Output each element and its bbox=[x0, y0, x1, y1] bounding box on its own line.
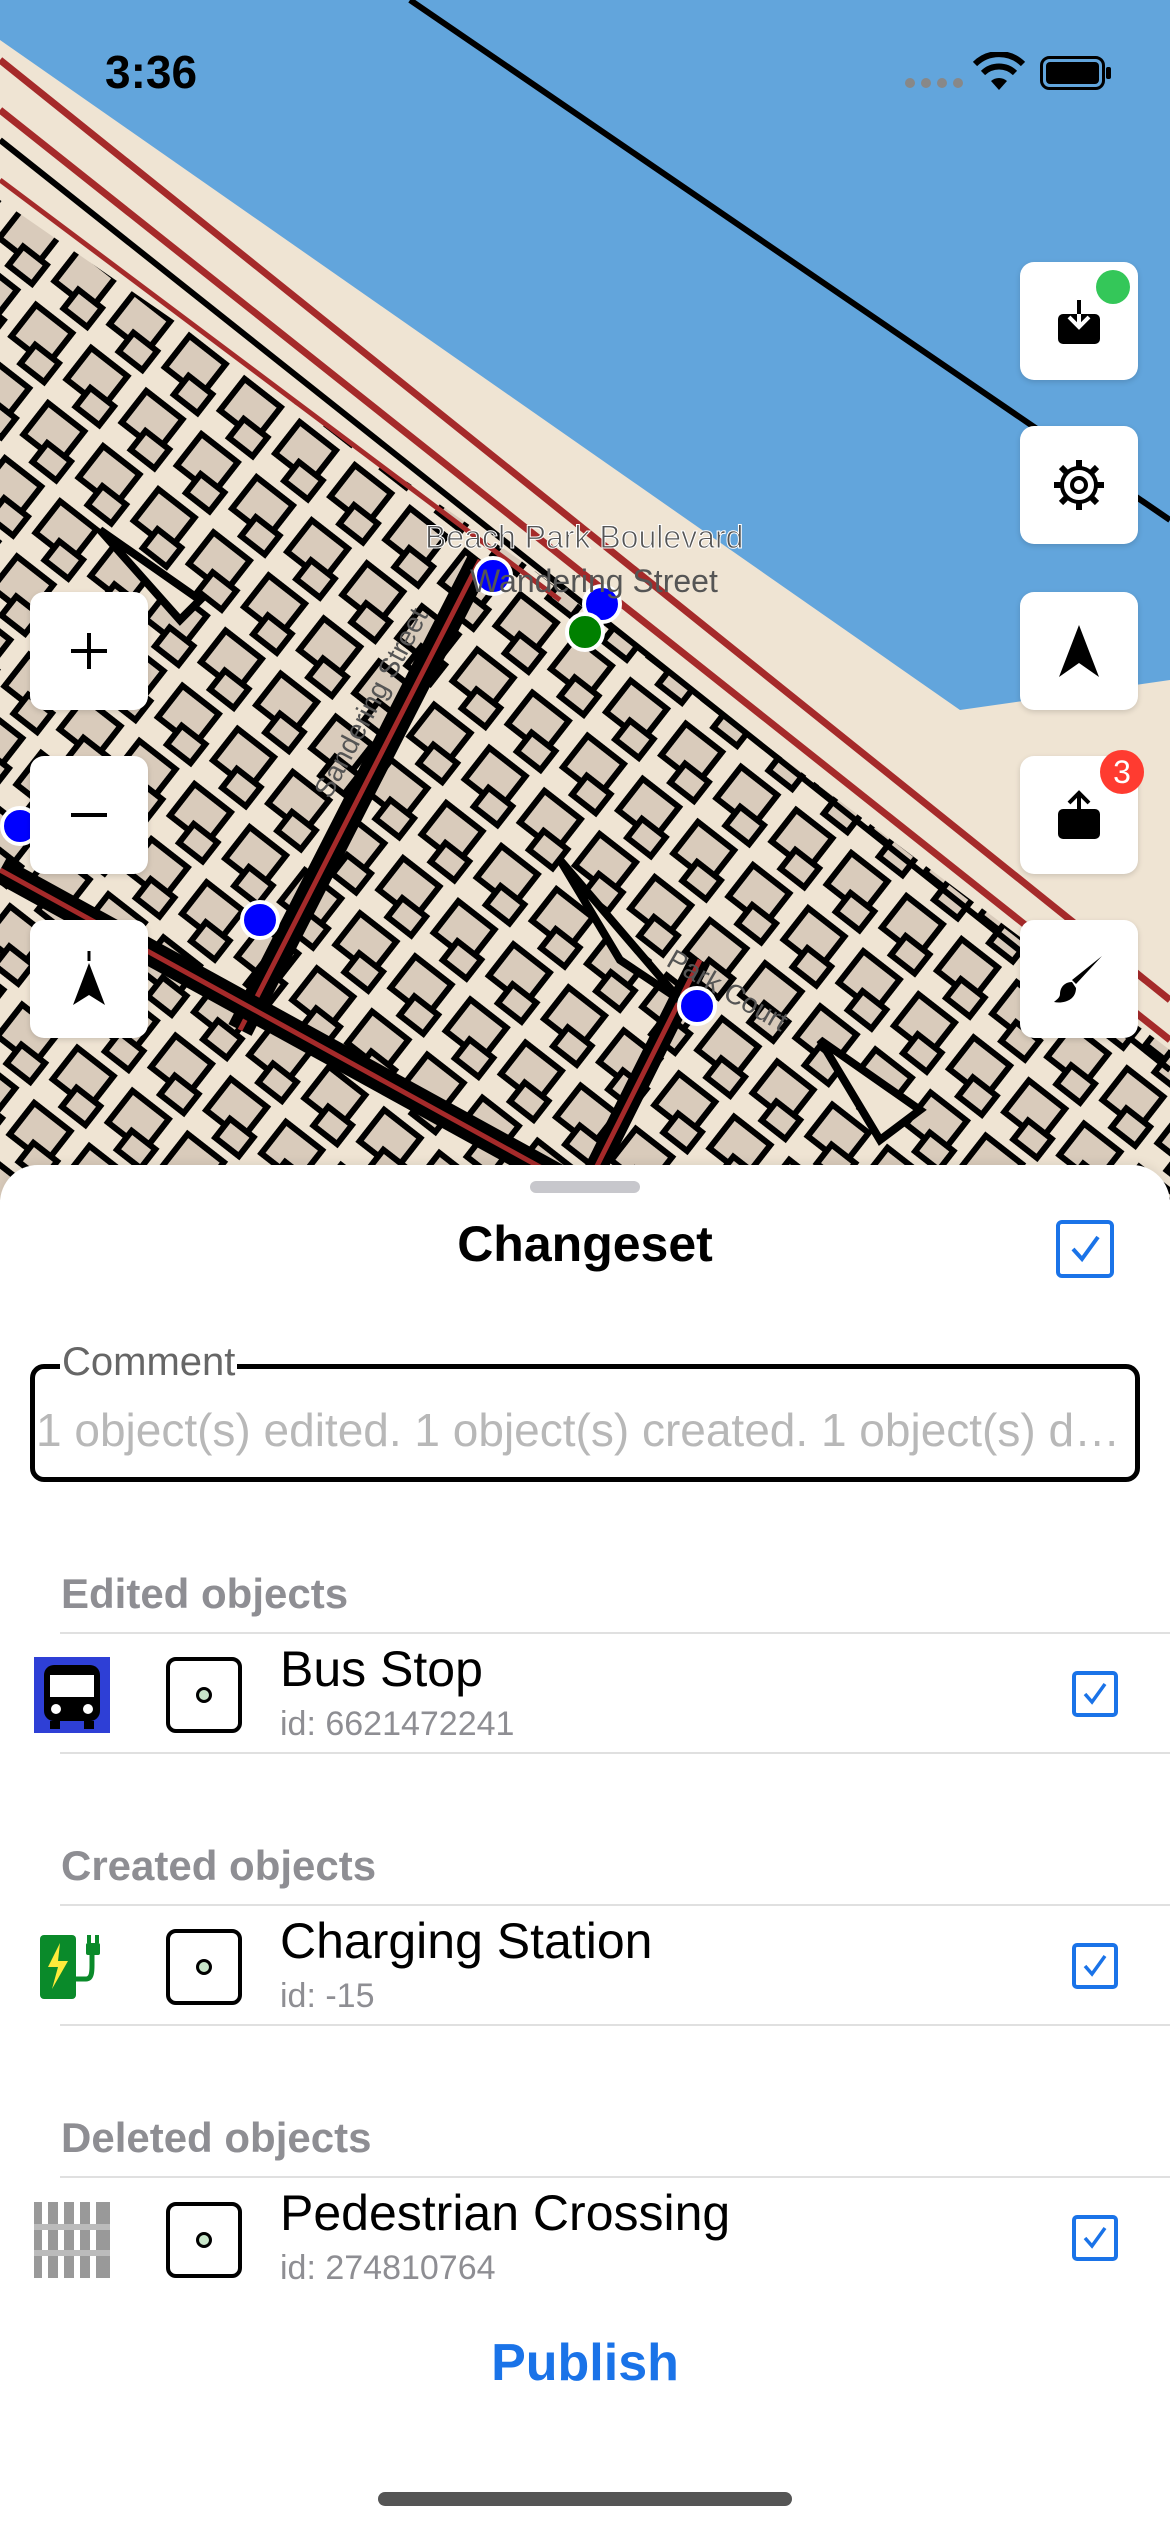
comment-label: Comment bbox=[60, 1340, 238, 1385]
point-geometry-icon bbox=[166, 1657, 242, 1733]
divider bbox=[60, 1904, 1170, 1906]
checkmark-icon bbox=[1083, 1954, 1107, 1977]
download-button[interactable] bbox=[1020, 262, 1138, 380]
item-title: Bus Stop bbox=[280, 1641, 483, 1697]
map-node bbox=[240, 900, 280, 940]
brush-icon bbox=[1054, 956, 1102, 1003]
sheet-title: Changeset bbox=[457, 1216, 713, 1272]
divider bbox=[60, 2176, 1170, 2178]
divider bbox=[60, 1752, 1170, 1754]
crosswalk-icon bbox=[34, 2202, 110, 2278]
upload-button[interactable]: 3 bbox=[1020, 750, 1144, 874]
locate-button[interactable] bbox=[1020, 592, 1138, 710]
map-view[interactable]: Beach Park Boulevard Wandering Street Sa… bbox=[0, 0, 1170, 1200]
bus-icon bbox=[34, 1657, 110, 1733]
upload-icon bbox=[1058, 790, 1100, 839]
gear-icon bbox=[1054, 460, 1104, 510]
settings-button[interactable] bbox=[1020, 426, 1138, 544]
wifi-icon bbox=[972, 52, 1026, 90]
section-header-edited: Edited objects bbox=[61, 1570, 349, 1617]
section-header-created: Created objects bbox=[61, 1842, 377, 1889]
status-time: 3:36 bbox=[105, 46, 198, 98]
status-bar: 3:36 bbox=[0, 0, 1170, 150]
changeset-sheet: Changeset Comment 1 object(s) edited. 1 … bbox=[0, 1165, 1170, 2532]
divider bbox=[60, 1632, 1170, 1634]
street-label: Beach Park Boulevard bbox=[425, 519, 743, 555]
publish-button[interactable]: Publish bbox=[0, 2333, 1170, 2393]
battery-icon bbox=[1040, 56, 1111, 90]
comment-input-text[interactable]: 1 object(s) edited. 1 object(s) created.… bbox=[36, 1403, 1126, 1457]
item-title: Charging Station bbox=[280, 1913, 653, 1969]
select-all-checkbox[interactable] bbox=[1056, 1220, 1114, 1278]
compass-button[interactable] bbox=[30, 920, 148, 1038]
item-checkbox[interactable] bbox=[1072, 1943, 1118, 1989]
item-id: id: -15 bbox=[280, 1977, 375, 2015]
item-id: id: 274810764 bbox=[280, 2249, 496, 2287]
checkmark-icon bbox=[1071, 1235, 1100, 1263]
map-canvas[interactable]: Beach Park Boulevard Wandering Street Sa… bbox=[0, 0, 1170, 1200]
sheet-grabber[interactable] bbox=[530, 1181, 640, 1193]
item-title: Pedestrian Crossing bbox=[280, 2185, 731, 2241]
compass-icon bbox=[73, 951, 105, 1005]
charging-station-icon bbox=[40, 1935, 100, 1999]
divider bbox=[60, 2024, 1170, 2026]
point-geometry-icon bbox=[166, 1929, 242, 2005]
street-label: Wandering Street bbox=[470, 563, 718, 599]
section-header-deleted: Deleted objects bbox=[61, 2114, 372, 2161]
upload-count-badge: 3 bbox=[1100, 750, 1144, 794]
point-geometry-icon bbox=[166, 2202, 242, 2278]
location-arrow-icon bbox=[1059, 625, 1099, 677]
plus-icon bbox=[71, 633, 107, 669]
map-node-selected bbox=[565, 612, 605, 652]
item-id: id: 6621472241 bbox=[280, 1705, 515, 1743]
zoom-out-button[interactable] bbox=[30, 756, 148, 874]
download-icon bbox=[1058, 300, 1100, 344]
item-checkbox[interactable] bbox=[1072, 1671, 1118, 1717]
minus-icon bbox=[71, 813, 107, 817]
cellular-signal-icon bbox=[905, 78, 963, 88]
item-checkbox[interactable] bbox=[1072, 2215, 1118, 2261]
zoom-in-button[interactable] bbox=[30, 592, 148, 710]
download-status-dot bbox=[1096, 270, 1130, 304]
checkmark-icon bbox=[1083, 2226, 1107, 2249]
checkmark-icon bbox=[1083, 1682, 1107, 1705]
style-button[interactable] bbox=[1020, 920, 1138, 1038]
home-indicator[interactable] bbox=[378, 2492, 792, 2506]
